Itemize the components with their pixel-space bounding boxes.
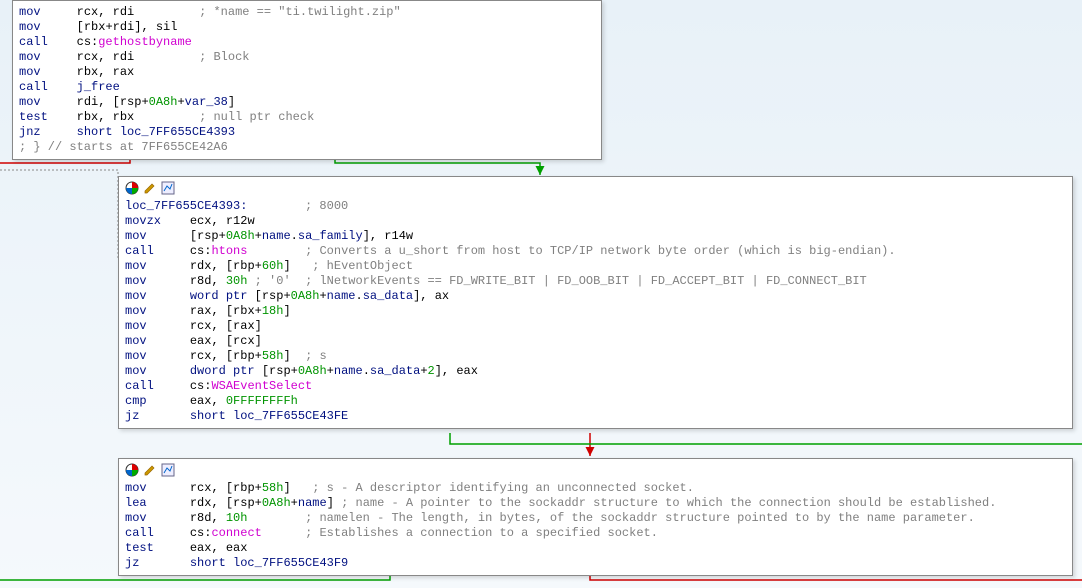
asm-line: mov [rsp+0A8h+name.sa_family], r14w [125, 229, 1066, 244]
asm-line: mov rcx, rdi ; Block [19, 50, 595, 65]
asm-line: jz short loc_7FF655CE43F9 [125, 556, 1066, 571]
asm-line: lea rdx, [rsp+0A8h+name] ; name - A poin… [125, 496, 1066, 511]
asm-line: jnz short loc_7FF655CE4393 [19, 125, 595, 140]
asm-line: call cs:WSAEventSelect [125, 379, 1066, 394]
edit-icon[interactable] [143, 463, 157, 477]
asm-line: mov rcx, [rbp+58h] ; s - A descriptor id… [125, 481, 1066, 496]
asm-line: call cs:gethostbyname [19, 35, 595, 50]
node-toolbar [125, 463, 1066, 477]
asm-line: call cs:htons ; Converts a u_short from … [125, 244, 1066, 259]
asm-line: test rbx, rbx ; null ptr check [19, 110, 595, 125]
node-toolbar [125, 181, 1066, 195]
edit-icon[interactable] [143, 181, 157, 195]
asm-line: ; } // starts at 7FF655CE42A6 [19, 140, 595, 155]
asm-line: mov rcx, rdi ; *name == "ti.twilight.zip… [19, 5, 595, 20]
asm-line: mov word ptr [rsp+0A8h+name.sa_data], ax [125, 289, 1066, 304]
location-label: loc_7FF655CE4393: [125, 199, 247, 213]
asm-line: mov [rbx+rdi], sil [19, 20, 595, 35]
asm-line: mov rbx, rax [19, 65, 595, 80]
asm-line: cmp eax, 0FFFFFFFFh [125, 394, 1066, 409]
asm-line: mov rdx, [rbp+60h] ; hEventObject [125, 259, 1066, 274]
location-comment: ; 8000 [305, 199, 348, 213]
asm-line: mov r8d, 10h ; namelen - The length, in … [125, 511, 1066, 526]
asm-line: mov rdi, [rsp+0A8h+var_38] [19, 95, 595, 110]
asm-line: mov eax, [rcx] [125, 334, 1066, 349]
color-circle-icon[interactable] [125, 181, 139, 195]
disassembly-listing: loc_7FF655CE4393: ; 8000 movzx ecx, r12w… [125, 199, 1066, 424]
graph-view-icon[interactable] [161, 181, 175, 195]
basic-block-pre[interactable]: mov rcx, rdi ; *name == "ti.twilight.zip… [12, 0, 602, 160]
color-circle-icon[interactable] [125, 463, 139, 477]
asm-line: test eax, eax [125, 541, 1066, 556]
asm-line: mov rax, [rbx+18h] [125, 304, 1066, 319]
basic-block-loc_7FF655CE4393[interactable]: loc_7FF655CE4393: ; 8000 movzx ecx, r12w… [118, 176, 1073, 429]
asm-line: jz short loc_7FF655CE43FE [125, 409, 1066, 424]
disassembly-listing: mov rcx, rdi ; *name == "ti.twilight.zip… [19, 5, 595, 155]
asm-line: movzx ecx, r12w [125, 214, 1066, 229]
asm-line: mov rcx, [rax] [125, 319, 1066, 334]
asm-line: mov dword ptr [rsp+0A8h+name.sa_data+2],… [125, 364, 1066, 379]
disassembly-listing: mov rcx, [rbp+58h] ; s - A descriptor id… [125, 481, 1066, 571]
asm-line: call j_free [19, 80, 595, 95]
asm-line: mov rcx, [rbp+58h] ; s [125, 349, 1066, 364]
asm-line: mov r8d, 30h ; '0' ; lNetworkEvents == F… [125, 274, 1066, 289]
asm-line: call cs:connect ; Establishes a connecti… [125, 526, 1066, 541]
graph-view-icon[interactable] [161, 463, 175, 477]
basic-block-connect[interactable]: mov rcx, [rbp+58h] ; s - A descriptor id… [118, 458, 1073, 576]
